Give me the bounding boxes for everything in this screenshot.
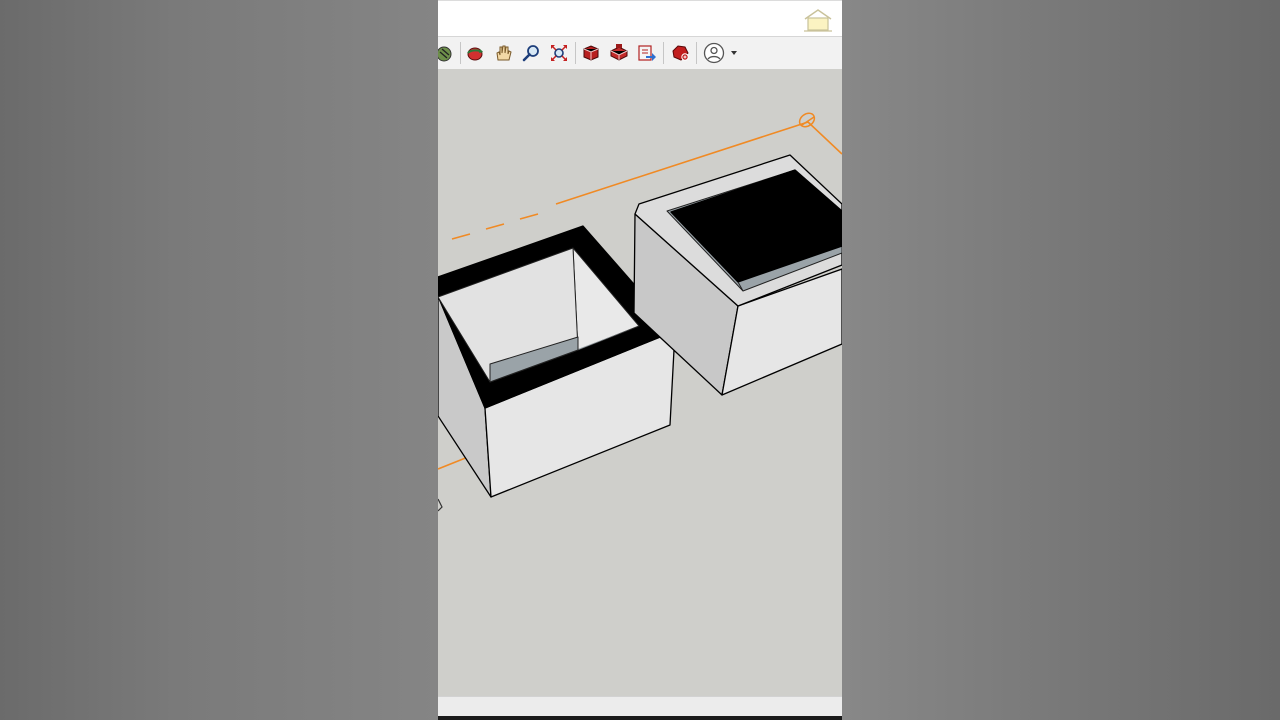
- home-model-icon[interactable]: [802, 7, 834, 33]
- toolbar-separator: [575, 42, 576, 64]
- share-model-icon[interactable]: [635, 41, 659, 65]
- toolbar-separator: [696, 42, 697, 64]
- modeling-viewport[interactable]: [438, 69, 842, 696]
- blurred-background-left: [0, 0, 438, 720]
- zoom-icon[interactable]: [519, 41, 543, 65]
- window-bottom-border: [438, 716, 842, 720]
- toolbar-separator: [460, 42, 461, 64]
- zoom-extents-icon[interactable]: [547, 41, 571, 65]
- ruby-extension-icon[interactable]: [668, 41, 692, 65]
- guide-line: [807, 121, 842, 155]
- title-bar: [438, 0, 842, 37]
- 3d-warehouse-icon[interactable]: [579, 41, 603, 65]
- account-icon[interactable]: [702, 41, 742, 65]
- pan-icon[interactable]: [491, 41, 515, 65]
- axis-fragment: [438, 498, 443, 512]
- sketchup-window: [438, 0, 842, 720]
- model-canvas[interactable]: [438, 69, 842, 696]
- toolbar: [438, 36, 842, 70]
- paint-bucket-icon[interactable]: [438, 41, 456, 65]
- orbit-icon[interactable]: [463, 41, 487, 65]
- toolbar-separator: [663, 42, 664, 64]
- blurred-background-right: [842, 0, 1280, 720]
- status-bar: [438, 696, 842, 717]
- guide-line-dashed: [451, 213, 539, 240]
- extension-warehouse-icon[interactable]: [607, 41, 631, 65]
